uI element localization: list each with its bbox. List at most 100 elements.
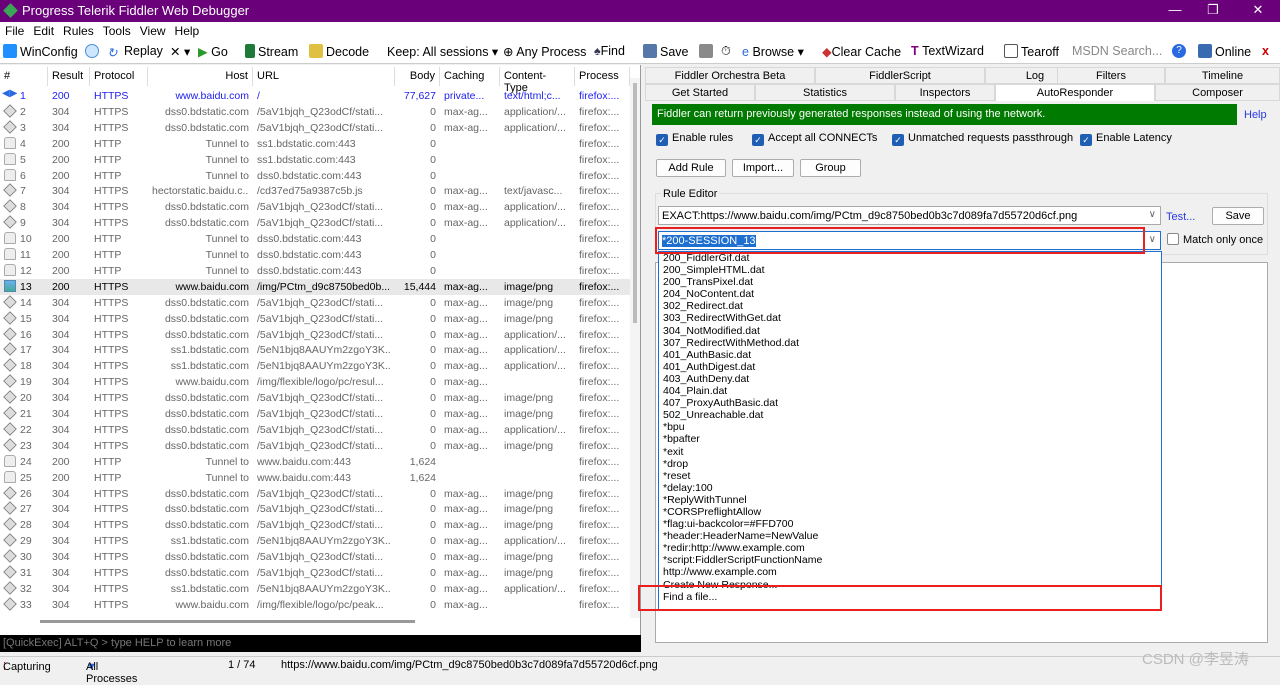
tearoff-button[interactable]: Tearoff bbox=[1004, 44, 1059, 59]
session-row[interactable]: ◀▶ 1 200 HTTPS www.baidu.com / 77,627 private..… bbox=[0, 88, 630, 104]
session-row[interactable]: 15 304 HTTPS dss0.bdstatic.com/5aV1bjqh_Q23… bbox=[0, 310, 630, 327]
tab-fiddler-orchestra-beta[interactable]: Fiddler Orchestra Beta bbox=[645, 67, 815, 84]
dropdown-option[interactable]: 200_TransPixel.dat bbox=[663, 276, 1157, 288]
remove-button[interactable]: ✕ ▾ bbox=[170, 44, 190, 59]
session-row[interactable]: 23 304 HTTPS dss0.bdstatic.com/5aV1bjqh_Q23… bbox=[0, 438, 630, 454]
comment-button[interactable] bbox=[85, 44, 102, 59]
chevron-down-icon[interactable]: ∨ bbox=[1149, 234, 1156, 245]
dropdown-option[interactable]: *ReplyWithTunnel bbox=[663, 494, 1157, 506]
session-row[interactable]: 22 304 HTTPS dss0.bdstatic.com/5aV1bjqh_Q23… bbox=[0, 422, 630, 438]
stream-button[interactable]: Stream bbox=[245, 44, 298, 59]
dropdown-option[interactable]: 401_AuthDigest.dat bbox=[663, 361, 1157, 373]
enable-rules-checkbox[interactable]: ✓ Enable rules bbox=[656, 132, 733, 146]
minimize-button[interactable]: — bbox=[1160, 2, 1190, 17]
menu-edit[interactable]: Edit bbox=[33, 24, 54, 38]
column-header-host[interactable]: Host bbox=[148, 67, 253, 86]
enable-latency-checkbox[interactable]: ✓ Enable Latency bbox=[1080, 132, 1172, 146]
browse-button[interactable]: e Browse ▾ bbox=[742, 44, 804, 59]
dropdown-option[interactable]: 302_Redirect.dat bbox=[663, 300, 1157, 312]
session-row[interactable]: 12 200 HTTP Tunnel to dss0.bdstatic.com:443 0… bbox=[0, 263, 630, 279]
dropdown-option[interactable]: *bpu bbox=[663, 421, 1157, 433]
dropdown-option[interactable]: *flag:ui-backcolor=#FFD700 bbox=[663, 518, 1157, 530]
timer-button[interactable]: ⏱ bbox=[721, 44, 731, 59]
dropdown-option[interactable]: 401_AuthBasic.dat bbox=[663, 349, 1157, 361]
session-row[interactable]: 10 200 HTTP Tunnel to dss0.bdstatic.com:443 0… bbox=[0, 231, 630, 247]
column-header-url[interactable]: URL bbox=[253, 67, 395, 86]
column-header-body[interactable]: Body bbox=[395, 67, 440, 86]
session-row[interactable]: 24 200 HTTP Tunnel to www.baidu.com:443 1,624… bbox=[0, 454, 630, 470]
session-row[interactable]: 17 304 HTTPS ss1.bdstatic.com/5eN1bjq8AAUYm… bbox=[0, 342, 630, 358]
scrollbar-thumb[interactable] bbox=[633, 83, 637, 323]
session-row[interactable]: 5 200 HTTP Tunnel to ss1.bdstatic.com:443 0 fi… bbox=[0, 152, 630, 168]
dropdown-option[interactable]: *delay:100 bbox=[663, 482, 1157, 494]
session-row[interactable]: 16 304 HTTPS dss0.bdstatic.com/5aV1bjqh_Q23… bbox=[0, 326, 630, 343]
menu-file[interactable]: File bbox=[5, 24, 24, 38]
quickexec-input[interactable]: [QuickExec] ALT+Q > type HELP to learn m… bbox=[0, 635, 641, 652]
column-header-process[interactable]: Process bbox=[575, 67, 630, 86]
dropdown-option[interactable]: 502_Unreachable.dat bbox=[663, 409, 1157, 421]
maximize-button[interactable]: ❐ bbox=[1198, 2, 1228, 18]
chevron-down-icon[interactable]: ∨ bbox=[1149, 209, 1156, 220]
dropdown-option[interactable]: http://www.example.com bbox=[663, 566, 1157, 578]
help-link[interactable]: Help bbox=[1244, 109, 1267, 121]
dropdown-option[interactable]: 307_RedirectWithMethod.dat bbox=[663, 337, 1157, 349]
dropdown-option[interactable]: *exit bbox=[663, 446, 1157, 458]
session-row[interactable]: 30 304 HTTPS dss0.bdstatic.com/5aV1bjqh_Q23… bbox=[0, 549, 630, 565]
close-window-button[interactable]: ✕ bbox=[1243, 2, 1273, 18]
session-row[interactable]: 4 200 HTTP Tunnel to ss1.bdstatic.com:443 0 fi… bbox=[0, 136, 630, 152]
session-row[interactable]: 11 200 HTTP Tunnel to dss0.bdstatic.com:443 0… bbox=[0, 247, 630, 263]
session-row[interactable]: 6 200 HTTP Tunnel to dss0.bdstatic.com:443 0 f… bbox=[0, 168, 630, 184]
tab-autoresponder[interactable]: AutoResponder bbox=[995, 84, 1155, 101]
session-row[interactable]: 33 304 HTTPS www.baidu.com/img/flexible/log… bbox=[0, 597, 630, 613]
session-row[interactable]: 9 304 HTTPS dss0.bdstatic.com/5aV1bjqh_Q23o… bbox=[0, 215, 630, 231]
dropdown-option[interactable]: *drop bbox=[663, 458, 1157, 470]
decode-button[interactable]: Decode bbox=[309, 44, 369, 59]
dropdown-option[interactable]: 200_SimpleHTML.dat bbox=[663, 264, 1157, 276]
session-row[interactable]: 3 304 HTTPS dss0.bdstatic.com/5aV1bjqh_Q23o… bbox=[0, 120, 630, 136]
unmatched-passthrough-checkbox[interactable]: ✓ Unmatched requests passthrough bbox=[892, 132, 1073, 146]
session-row[interactable]: 14 304 HTTPS dss0.bdstatic.com/5aV1bjqh_Q23… bbox=[0, 294, 630, 311]
winconfig-button[interactable]: WinConfig bbox=[3, 44, 78, 59]
match-only-once-checkbox[interactable]: Match only once bbox=[1167, 233, 1263, 246]
dropdown-option[interactable]: 407_ProxyAuthBasic.dat bbox=[663, 397, 1157, 409]
tab-fiddlerscript[interactable]: FiddlerScript bbox=[815, 67, 985, 84]
dropdown-option[interactable]: 204_NoContent.dat bbox=[663, 288, 1157, 300]
session-row[interactable]: 31 304 HTTPS dss0.bdstatic.com/5aV1bjqh_Q23… bbox=[0, 565, 630, 581]
tab-filters[interactable]: Filters bbox=[1057, 67, 1165, 84]
vertical-scrollbar[interactable] bbox=[630, 78, 640, 618]
column-header-caching[interactable]: Caching bbox=[440, 67, 500, 86]
session-row[interactable]: 19 304 HTTPS www.baidu.com/img/flexible/log… bbox=[0, 374, 630, 390]
dropdown-option[interactable]: *bpafter bbox=[663, 433, 1157, 445]
dropdown-option[interactable]: 403_AuthDeny.dat bbox=[663, 373, 1157, 385]
dropdown-option[interactable]: 404_Plain.dat bbox=[663, 385, 1157, 397]
textwizard-button[interactable]: T TextWizard bbox=[911, 44, 984, 58]
session-row[interactable]: 20 304 HTTPS dss0.bdstatic.com/5aV1bjqh_Q23… bbox=[0, 390, 630, 406]
session-row[interactable]: 21 304 HTTPS dss0.bdstatic.com/5aV1bjqh_Q23… bbox=[0, 406, 630, 422]
dropdown-option[interactable]: 304_NotModified.dat bbox=[663, 325, 1157, 337]
session-row[interactable]: 26 304 HTTPS dss0.bdstatic.com/5aV1bjqh_Q23… bbox=[0, 485, 630, 502]
tab-get-started[interactable]: Get Started bbox=[645, 84, 755, 101]
match-rule-combobox[interactable]: EXACT:https://www.baidu.com/img/PCtm_d9c… bbox=[658, 206, 1161, 225]
column-header-content-type[interactable]: Content-Type bbox=[500, 67, 575, 94]
dropdown-option[interactable]: *CORSPreflightAllow bbox=[663, 506, 1157, 518]
tab-timeline[interactable]: Timeline bbox=[1165, 67, 1280, 84]
tab-statistics[interactable]: Statistics bbox=[755, 84, 895, 101]
menu-tools[interactable]: Tools bbox=[103, 24, 131, 38]
session-row[interactable]: 13 200 HTTPS www.baidu.com/img/PCtm_d9c8750… bbox=[0, 278, 630, 295]
dropdown-option[interactable]: *header:HeaderName=NewValue bbox=[663, 530, 1157, 542]
test-link[interactable]: Test... bbox=[1166, 211, 1195, 223]
add-rule-button[interactable]: Add Rule bbox=[656, 159, 726, 177]
any-process-button[interactable]: ⊕ Any Process bbox=[503, 44, 586, 59]
session-row[interactable]: 25 200 HTTP Tunnel to www.baidu.com:443 1,624… bbox=[0, 470, 630, 486]
session-row[interactable]: 7 304 HTTPS hectorstatic.baidu.c... /cd37ed7… bbox=[0, 183, 630, 199]
column-header-number[interactable]: # bbox=[0, 67, 48, 86]
menu-help[interactable]: Help bbox=[175, 24, 200, 38]
session-row[interactable]: 29 304 HTTPS ss1.bdstatic.com/5eN1bjq8AAUYm… bbox=[0, 533, 630, 549]
menu-view[interactable]: View bbox=[140, 24, 166, 38]
screenshot-button[interactable] bbox=[699, 44, 716, 59]
msdn-search-input[interactable]: MSDN Search... bbox=[1072, 43, 1168, 61]
save-button[interactable]: Save bbox=[643, 44, 689, 59]
session-row[interactable]: 18 304 HTTPS ss1.bdstatic.com/5eN1bjq8AAUYm… bbox=[0, 358, 630, 374]
column-header-protocol[interactable]: Protocol bbox=[90, 67, 148, 86]
replay-button[interactable]: ↻ Replay bbox=[107, 44, 163, 60]
